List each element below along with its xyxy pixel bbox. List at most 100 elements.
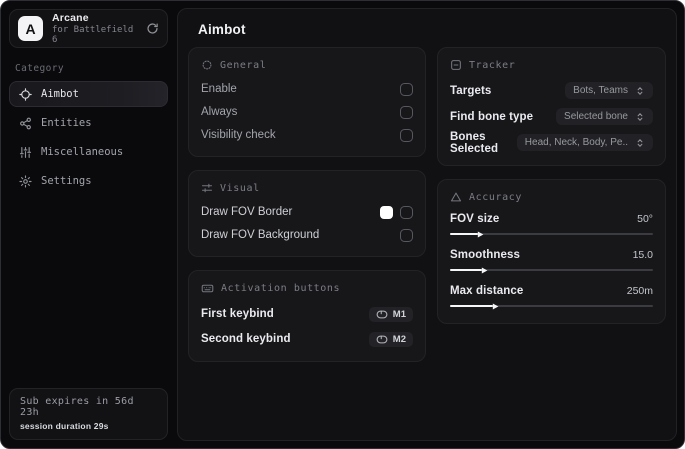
setting-label: First keybind <box>201 308 274 320</box>
fov-size-slider[interactable] <box>450 228 653 239</box>
app-logo: A <box>18 16 43 41</box>
draw-fov-background-checkbox[interactable] <box>400 228 413 242</box>
find-bone-type-select[interactable]: Selected bone <box>556 108 653 125</box>
max-distance-value: 250m <box>626 285 653 297</box>
setting-row-targets: Targets Bots, Teams <box>450 78 653 103</box>
scan-minus-icon <box>450 59 462 71</box>
left-column: General Enable Always Visibility check V… <box>188 47 426 375</box>
enable-checkbox[interactable] <box>400 82 413 96</box>
max-distance-slider[interactable] <box>450 300 653 311</box>
slider-thumb[interactable] <box>476 230 485 239</box>
accuracy-card: Accuracy FOV size 50° Smoothness 15.0 Ma… <box>437 179 666 324</box>
setting-row-enable: Enable <box>201 78 413 100</box>
visual-card: Visual Draw FOV Border Draw FOV Backgrou… <box>188 170 426 257</box>
category-label: Category <box>15 63 64 74</box>
tracker-card: Tracker Targets Bots, Teams Find bone ty… <box>437 47 666 166</box>
sliders-vertical-icon <box>19 146 32 159</box>
setting-label: Enable <box>201 83 237 95</box>
setting-label: Smoothness <box>450 249 521 261</box>
always-checkbox[interactable] <box>400 105 413 119</box>
accuracy-card-header: Accuracy <box>450 191 653 203</box>
sidebar-item-aimbot[interactable]: Aimbot <box>9 81 168 107</box>
sidebar-item-entities[interactable]: Entities <box>9 110 168 136</box>
draw-fov-border-checkbox[interactable] <box>400 205 413 219</box>
smoothness-slider[interactable] <box>450 264 653 275</box>
bones-selected-select[interactable]: Head, Neck, Body, Pe.. <box>516 134 653 151</box>
keybind-value: M2 <box>392 333 406 345</box>
select-value: Head, Neck, Body, Pe.. <box>524 137 628 148</box>
smoothness-value: 15.0 <box>632 249 653 261</box>
sidebar-item-label: Miscellaneous <box>41 146 124 158</box>
general-card-header: General <box>201 59 413 71</box>
sidebar-item-settings[interactable]: Settings <box>9 168 168 194</box>
triangle-icon <box>450 191 462 203</box>
setting-row-second-keybind: Second keybind M2 <box>201 327 413 351</box>
slider-header: FOV size 50° <box>450 210 653 228</box>
visibility-check-checkbox[interactable] <box>400 128 413 142</box>
setting-row-draw-fov-background: Draw FOV Background <box>201 224 413 246</box>
setting-label: Bones Selected <box>450 130 499 155</box>
content-columns: General Enable Always Visibility check V… <box>178 47 676 375</box>
first-keybind-button[interactable]: M1 <box>368 306 413 322</box>
visual-card-header: Visual <box>201 182 413 194</box>
setting-label: Targets <box>450 84 492 97</box>
setting-row-draw-fov-border: Draw FOV Border <box>201 201 413 223</box>
card-title: Visual <box>220 182 260 194</box>
sidebar-item-label: Aimbot <box>41 88 79 100</box>
card-title: Activation buttons <box>221 283 341 294</box>
second-keybind-button[interactable]: M2 <box>368 331 413 347</box>
app-window: A Arcane for Battlefield 6 Category Aimb… <box>0 0 685 449</box>
card-title: General <box>220 59 267 71</box>
setting-row-find-bone-type: Find bone type Selected bone <box>450 104 653 129</box>
select-value: Bots, Teams <box>573 85 628 96</box>
sub-expiry-text: Sub expires in 56d 23h <box>20 396 134 418</box>
crosshair-icon <box>19 87 32 101</box>
main-panel: Aimbot General Enable Always Visibility … <box>177 8 677 441</box>
session-duration-text: session duration 29s <box>20 421 109 431</box>
setting-label: Find bone type <box>450 110 534 123</box>
unfold-icon <box>635 112 645 122</box>
setting-controls <box>380 205 413 219</box>
color-swatch[interactable] <box>380 205 393 219</box>
app-header: A Arcane for Battlefield 6 <box>9 9 168 48</box>
entities-icon <box>19 117 32 130</box>
slider-fill <box>450 305 493 307</box>
page-title: Aimbot <box>198 22 246 37</box>
setting-label: Always <box>201 106 238 118</box>
slider-header: Max distance 250m <box>450 282 653 300</box>
setting-label: Draw FOV Background <box>201 229 320 241</box>
tracker-card-header: Tracker <box>450 59 653 71</box>
general-card: General Enable Always Visibility check <box>188 47 426 157</box>
subscription-info: Sub expires in 56d 23h session duration … <box>9 388 168 440</box>
sidebar-item-label: Entities <box>41 117 92 129</box>
gear-icon <box>19 174 32 188</box>
setting-label: Max distance <box>450 285 524 297</box>
card-title: Tracker <box>469 59 516 71</box>
setting-row-always: Always <box>201 101 413 123</box>
setting-label: FOV size <box>450 213 500 225</box>
refresh-icon[interactable] <box>146 22 159 35</box>
targets-select[interactable]: Bots, Teams <box>565 82 653 99</box>
mouse-icon <box>376 335 388 344</box>
app-subtitle: for Battlefield 6 <box>52 25 134 45</box>
sidebar-item-label: Settings <box>41 175 92 187</box>
sidebar: A Arcane for Battlefield 6 Category Aimb… <box>1 1 176 448</box>
app-titles: Arcane for Battlefield 6 <box>52 12 137 45</box>
keyboard-icon <box>201 282 214 295</box>
smoothness-setting: Smoothness 15.0 <box>450 246 653 275</box>
setting-row-first-keybind: First keybind M1 <box>201 302 413 326</box>
sliders-horizontal-icon <box>201 182 213 194</box>
sidebar-item-miscellaneous[interactable]: Miscellaneous <box>9 139 168 165</box>
select-value: Selected bone <box>564 111 628 122</box>
setting-row-bones-selected: Bones Selected Head, Neck, Body, Pe.. <box>450 130 653 155</box>
fov-size-value: 50° <box>637 213 653 225</box>
unfold-icon <box>635 138 645 148</box>
slider-thumb[interactable] <box>491 302 500 311</box>
app-name: Arcane <box>52 12 89 24</box>
slider-fill <box>450 269 483 271</box>
slider-thumb[interactable] <box>480 266 489 275</box>
slider-header: Smoothness 15.0 <box>450 246 653 264</box>
unfold-icon <box>635 86 645 96</box>
setting-label: Visibility check <box>201 129 276 141</box>
crosshair-dotted-icon <box>201 59 213 71</box>
